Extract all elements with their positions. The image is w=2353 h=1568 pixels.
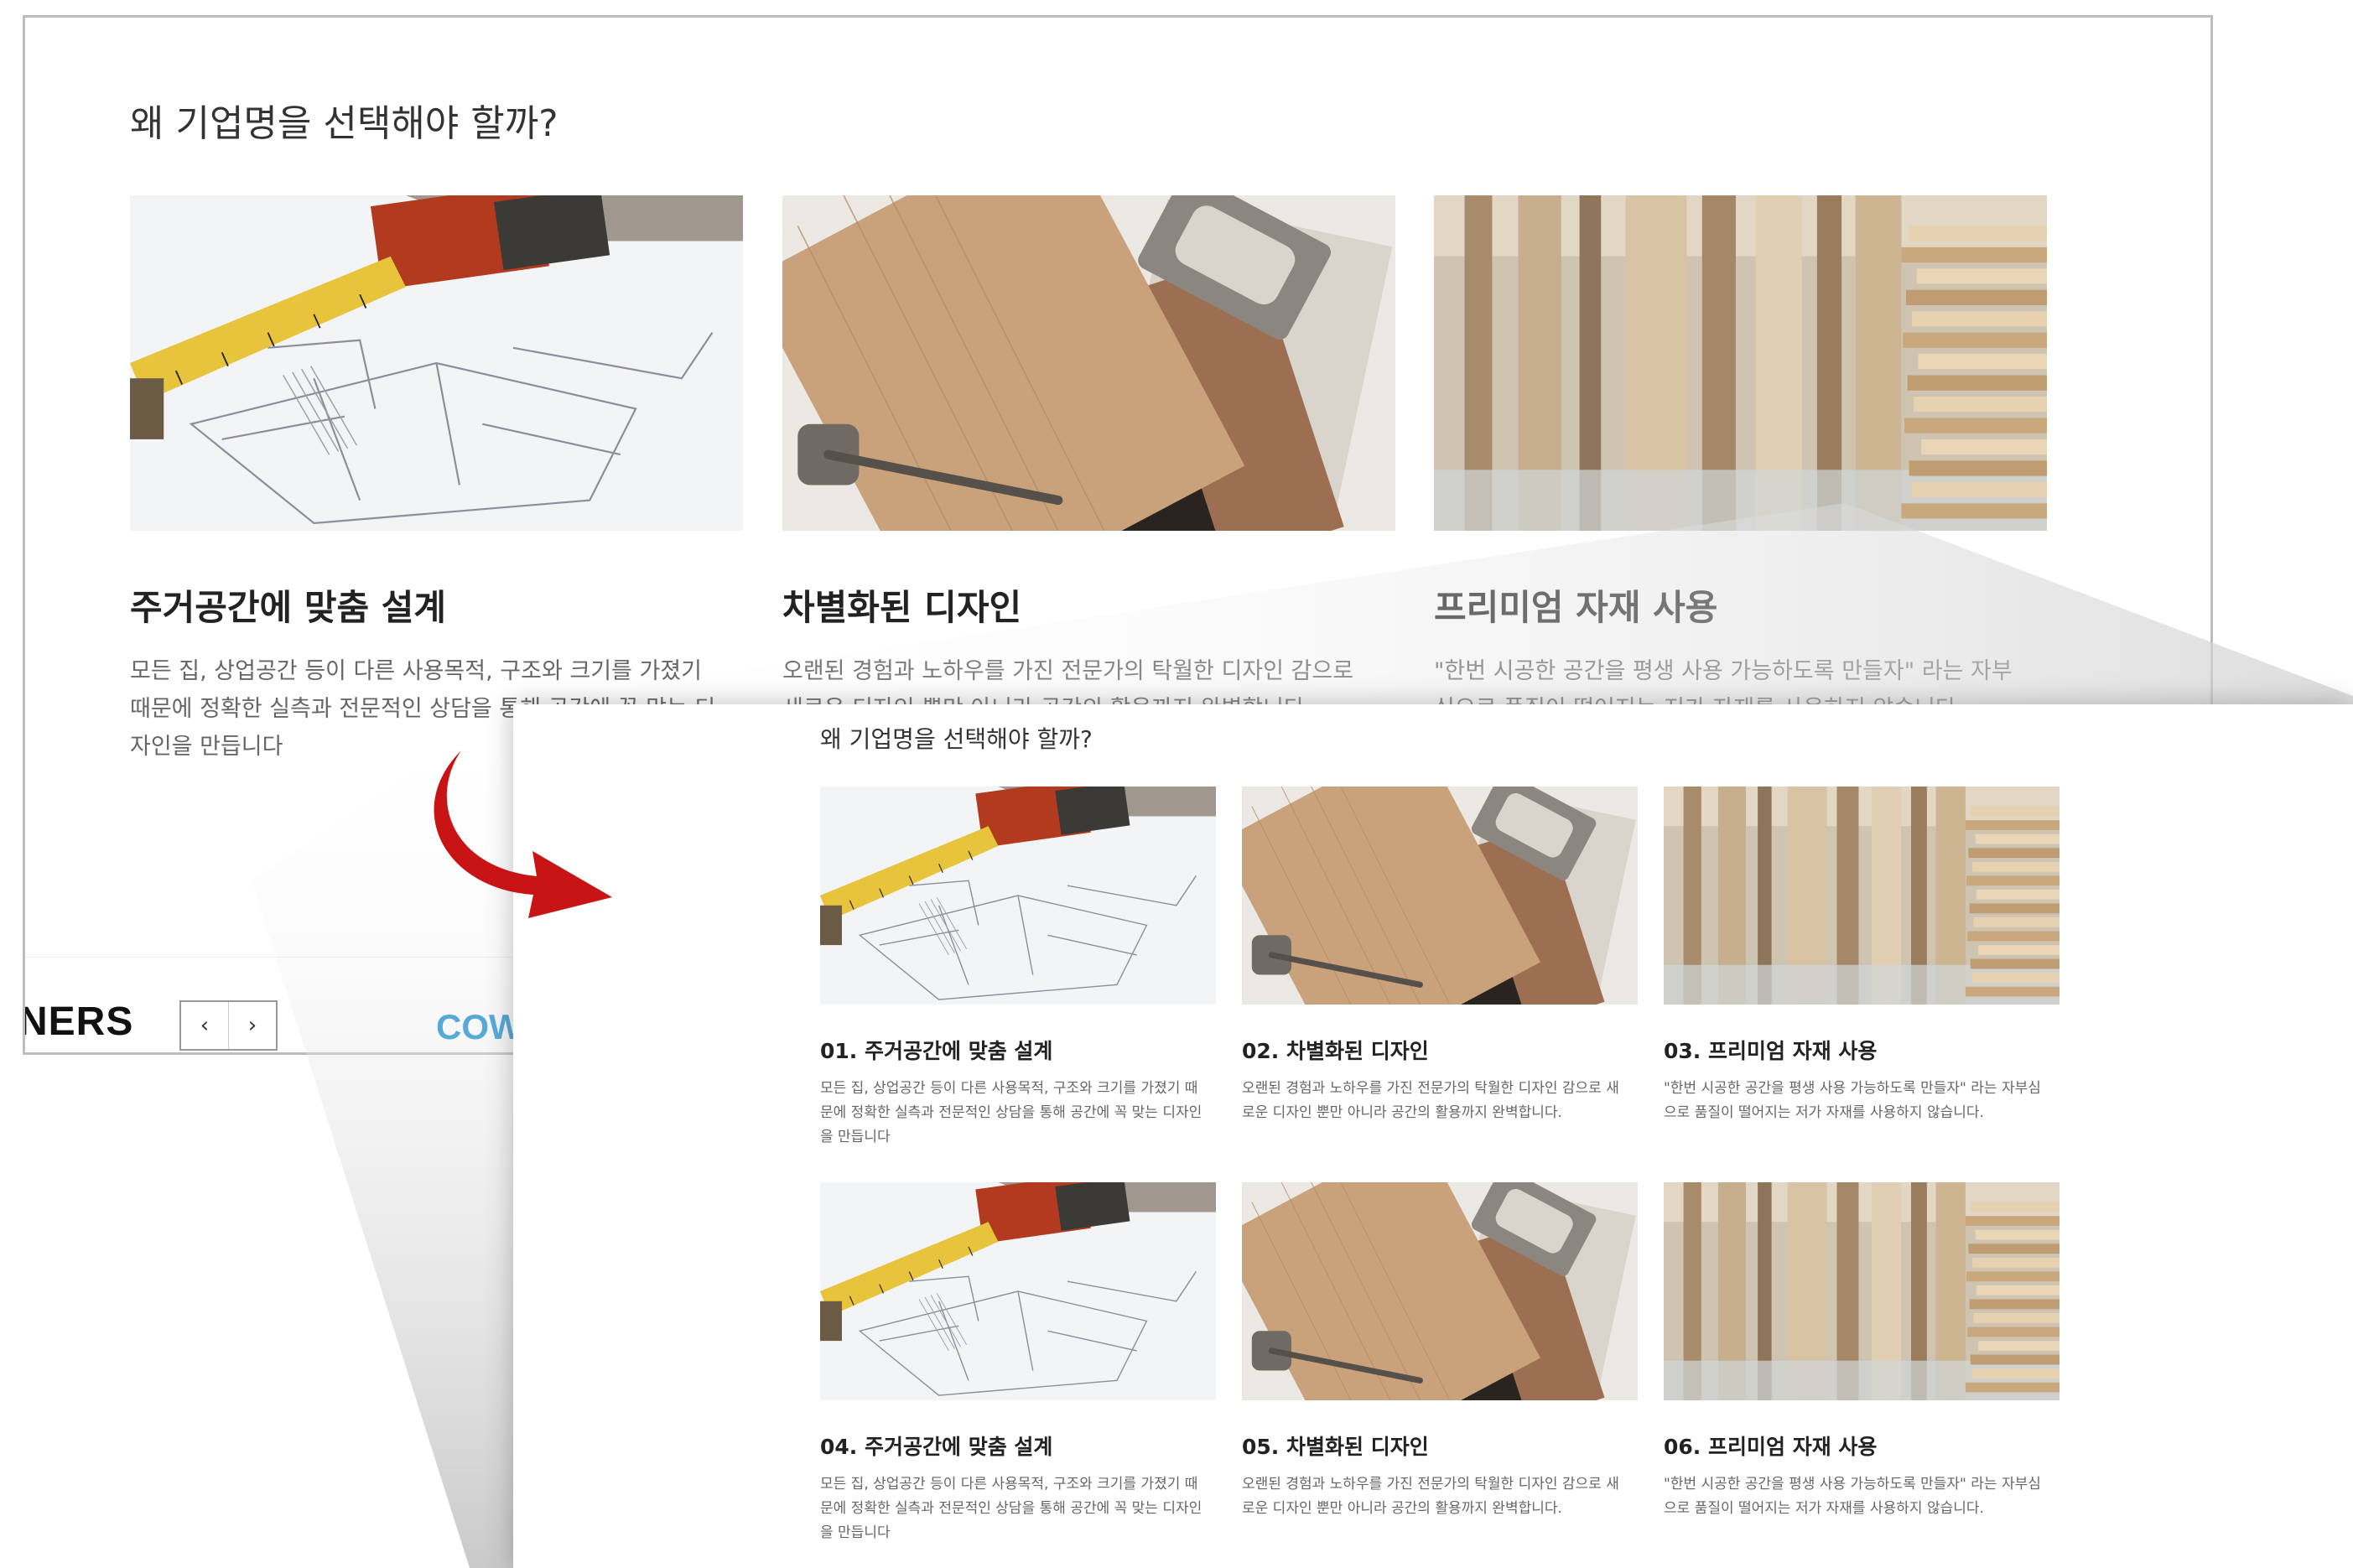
card-title: 05. 차별화된 디자인 [1242,1435,1429,1459]
card-image-lumber [1664,787,2060,1005]
feature-card: 05. 차별화된 디자인 오랜된 경험과 노하우를 가진 전문가의 탁월한 디자… [1242,1182,1638,1521]
feature-card: 02. 차별화된 디자인 오랜된 경험과 노하우를 가진 전문가의 탁월한 디자… [1242,787,1638,1125]
feature-card: 04. 주거공간에 맞춤 설계 모든 집, 상업공간 등이 다른 사용목적, 구… [820,1182,1216,1545]
card-image-blueprint [820,1182,1216,1400]
partner-logo: COW [436,1007,522,1046]
card-image-lumber [1434,195,2047,531]
card-description: 모든 집, 상업공간 등이 다른 사용목적, 구조와 크기를 가졌기 때문에 정… [820,1080,1202,1145]
after-screenshot: 왜 기업명을 선택해야 할까? 01. 주거공간에 맞춤 설계 모든 집, 상업… [513,704,2353,1568]
card-description: 오랜된 경험과 노하우를 가진 전문가의 탁월한 디자인 감으로 새로운 디자인… [1242,1080,1619,1121]
card-title: 주거공간에 맞춤 설계 [130,587,447,628]
slider-next-button[interactable]: › [229,1002,276,1049]
feature-card: 01. 주거공간에 맞춤 설계 모든 집, 상업공간 등이 다른 사용목적, 구… [820,787,1216,1150]
feature-card: 06. 프리미엄 자재 사용 "한번 시공한 공간을 평생 사용 가능하도록 만… [1664,1182,2060,1521]
feature-card: 프리미엄 자재 사용 "한번 시공한 공간을 평생 사용 가능하도록 만들자" … [1434,195,2047,728]
card-image-wood [1242,787,1638,1005]
card-title: 프리미엄 자재 사용 [1434,587,1718,628]
card-description: "한번 시공한 공간을 평생 사용 가능하도록 만들자" 라는 자부심으로 품질… [1664,1476,2041,1517]
section-title: 왜 기업명을 선택해야 할까? [130,102,558,145]
card-image-lumber [1664,1182,2060,1400]
card-image-wood [1242,1182,1638,1400]
slider-prev-button[interactable]: ‹ [181,1002,229,1049]
card-image-blueprint [820,787,1216,1005]
feature-card: 주거공간에 맞춤 설계 모든 집, 상업공간 등이 다른 사용목적, 구조와 크… [130,195,743,766]
card-title: 03. 프리미엄 자재 사용 [1664,1039,1878,1063]
feature-card: 차별화된 디자인 오랜된 경험과 노하우를 가진 전문가의 탁월한 디자인 감으… [782,195,1395,728]
card-description: "한번 시공한 공간을 평생 사용 가능하도록 만들자" 라는 자부심으로 품질… [1664,1080,2041,1121]
card-description: 오랜된 경험과 노하우를 가진 전문가의 탁월한 디자인 감으로 새로운 디자인… [1242,1476,1619,1517]
card-title: 02. 차별화된 디자인 [1242,1039,1429,1063]
card-title: 06. 프리미엄 자재 사용 [1664,1435,1878,1459]
card-image-blueprint [130,195,743,531]
card-image-wood [782,195,1395,531]
card-description: 모든 집, 상업공간 등이 다른 사용목적, 구조와 크기를 가졌기 때문에 정… [820,1476,1202,1541]
feature-card: 03. 프리미엄 자재 사용 "한번 시공한 공간을 평생 사용 가능하도록 만… [1664,787,2060,1125]
slider-nav: ‹ › [179,1000,278,1051]
card-title: 01. 주거공간에 맞춤 설계 [820,1039,1053,1063]
card-title: 차별화된 디자인 [782,587,1022,628]
card-title: 04. 주거공간에 맞춤 설계 [820,1435,1053,1459]
partners-heading: NERS [23,999,134,1044]
section-title: 왜 기업명을 선택해야 할까? [820,725,1093,753]
curved-arrow-icon [434,750,612,918]
